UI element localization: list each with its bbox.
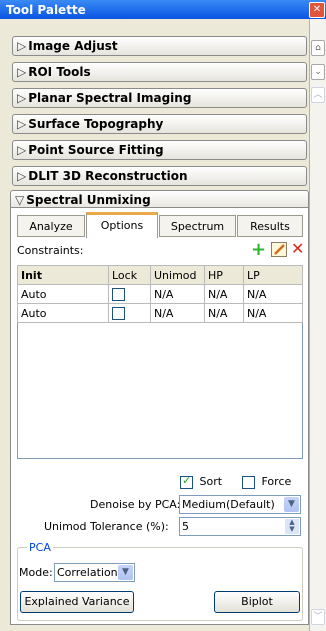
- spinner-icon[interactable]: ▲ ▼: [285, 519, 299, 534]
- unimod-tolerance-value: 5: [182, 520, 189, 533]
- delete-icon[interactable]: ✕: [291, 239, 304, 258]
- force-label: Force: [261, 475, 292, 488]
- mode-value: Correlation: [57, 566, 118, 579]
- section-label: Point Source Fitting: [28, 143, 164, 157]
- force-checkbox[interactable]: [242, 475, 255, 489]
- expand-arrow-icon: ▷: [17, 143, 27, 157]
- expand-arrow-icon: ▷: [17, 91, 27, 105]
- section-image-adjust[interactable]: ▷ Image Adjust: [12, 36, 307, 56]
- column-header-lp[interactable]: LP: [243, 265, 303, 285]
- column-header-lock[interactable]: Lock: [108, 265, 151, 285]
- right-side-panel: ⌂ ⌄ ︿ ﹀: [309, 19, 326, 631]
- section-label: Surface Topography: [28, 117, 164, 131]
- denoise-select[interactable]: Medium(Default) ▼: [179, 495, 301, 514]
- close-icon[interactable]: ✕: [309, 2, 325, 18]
- lock-checkbox[interactable]: [112, 287, 125, 301]
- section-dlit-3d-reconstruction[interactable]: ▷ DLIT 3D Reconstruction: [12, 166, 307, 186]
- collapse-arrow-icon: ▽: [15, 193, 25, 207]
- lock-checkbox[interactable]: [112, 306, 125, 320]
- denoise-label: Denoise by PCA:: [90, 498, 181, 511]
- hp-cell[interactable]: N/A: [204, 284, 244, 304]
- column-header-unimod[interactable]: Unimod: [150, 265, 205, 285]
- section-label: Planar Spectral Imaging: [28, 91, 192, 105]
- pca-legend: PCA: [27, 541, 53, 554]
- expand-arrow-icon: ▷: [17, 65, 27, 79]
- init-cell[interactable]: Auto: [17, 284, 109, 304]
- section-roi-tools[interactable]: ▷ ROI Tools: [12, 62, 307, 82]
- lock-cell[interactable]: [108, 303, 151, 323]
- section-planar-spectral-imaging[interactable]: ▷ Planar Spectral Imaging: [12, 88, 307, 108]
- mode-select[interactable]: Correlation ▼: [54, 563, 135, 582]
- edit-icon[interactable]: [271, 242, 287, 257]
- unimod-cell[interactable]: N/A: [150, 284, 205, 304]
- column-header-hp[interactable]: HP: [204, 265, 244, 285]
- unimod-tolerance-label: Unimod Tolerance (%):: [44, 520, 169, 533]
- plus-icon[interactable]: +: [251, 239, 266, 260]
- hp-cell[interactable]: N/A: [204, 303, 244, 323]
- tab-analyze[interactable]: Analyze: [17, 215, 85, 237]
- section-label: DLIT 3D Reconstruction: [28, 169, 188, 183]
- unimod-cell[interactable]: N/A: [150, 303, 205, 323]
- expand-arrow-icon: ▷: [17, 169, 27, 183]
- expand-arrow-icon: ▷: [17, 39, 27, 53]
- init-cell[interactable]: Auto: [17, 303, 109, 323]
- expand-arrow-icon: ▷: [17, 117, 27, 131]
- biplot-button[interactable]: Biplot: [214, 591, 300, 613]
- section-label: ROI Tools: [28, 65, 91, 79]
- force-checkbox-group[interactable]: Force: [242, 475, 291, 489]
- unimod-tolerance-stepper[interactable]: 5 ▲ ▼: [179, 517, 301, 536]
- section-surface-topography[interactable]: ▷ Surface Topography: [12, 114, 307, 134]
- table-row[interactable]: Auto N/A N/A N/A: [17, 284, 303, 304]
- sort-checkbox-group[interactable]: Sort: [180, 474, 223, 489]
- section-point-source-fitting[interactable]: ▷ Point Source Fitting: [12, 140, 307, 160]
- tab-spectrum[interactable]: Spectrum: [159, 215, 236, 237]
- constraints-label: Constraints:: [17, 244, 84, 257]
- title-bar: Tool Palette ✕: [0, 0, 326, 19]
- denoise-value: Medium(Default): [182, 498, 275, 511]
- section-label: Image Adjust: [28, 39, 118, 53]
- scroll-up-icon[interactable]: ⌂: [311, 40, 325, 56]
- lp-cell[interactable]: N/A: [243, 303, 303, 323]
- constraints-table: Init Lock Unimod HP LP Auto N/A N/A N/A …: [17, 265, 303, 323]
- tab-options[interactable]: Options: [86, 212, 158, 238]
- explained-variance-button[interactable]: Explained Variance: [20, 591, 134, 613]
- column-header-init[interactable]: Init: [17, 265, 109, 285]
- sort-checkbox[interactable]: [180, 474, 193, 489]
- sort-label: Sort: [199, 475, 223, 488]
- window-title: Tool Palette: [6, 3, 86, 17]
- table-header-row: Init Lock Unimod HP LP: [17, 265, 303, 285]
- section-label: Spectral Unmixing: [26, 193, 151, 207]
- mode-label: Mode:: [19, 566, 53, 579]
- chevron-down-icon[interactable]: ▼: [118, 565, 133, 580]
- chevron-down-icon[interactable]: ▼: [284, 497, 299, 512]
- chevron-down-icon[interactable]: ﹀: [311, 609, 325, 625]
- chevron-up-icon[interactable]: ︿: [311, 87, 325, 103]
- tab-results[interactable]: Results: [237, 215, 303, 237]
- lp-cell[interactable]: N/A: [243, 284, 303, 304]
- scroll-down-icon[interactable]: ⌄: [311, 64, 325, 80]
- table-row[interactable]: Auto N/A N/A N/A: [17, 303, 303, 323]
- lock-cell[interactable]: [108, 284, 151, 304]
